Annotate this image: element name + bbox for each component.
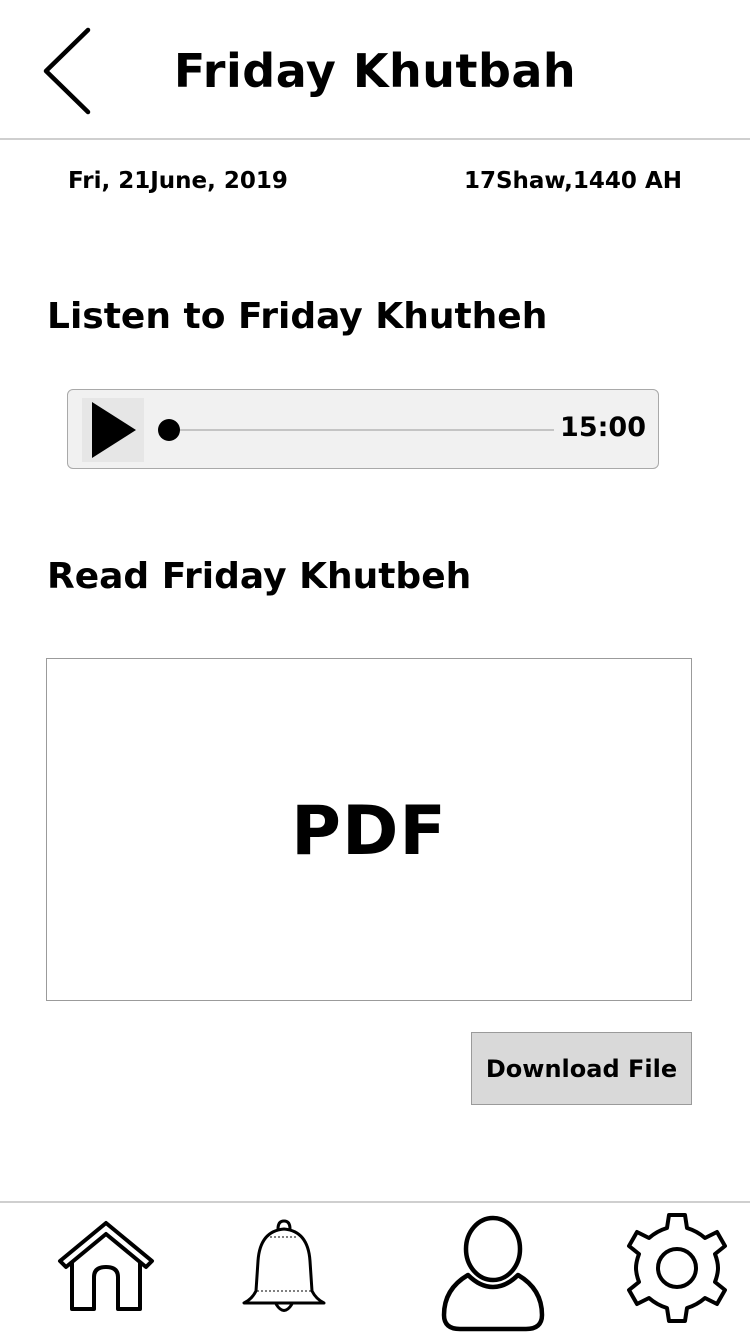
seek-handle[interactable] (158, 419, 180, 441)
pdf-preview[interactable]: PDF (46, 658, 692, 1001)
play-button[interactable] (82, 398, 144, 462)
audio-duration: 15:00 (560, 412, 646, 443)
gregorian-date: Fri, 21June, 2019 (68, 168, 288, 194)
bottom-nav (0, 1201, 750, 1335)
nav-notifications[interactable] (238, 1217, 330, 1321)
nav-home[interactable] (56, 1217, 156, 1315)
audio-player: 15:00 (67, 389, 659, 469)
gear-icon (627, 1213, 727, 1323)
seek-track[interactable] (170, 429, 554, 431)
nav-profile[interactable] (438, 1211, 548, 1335)
header-bar: Friday Khutbah (0, 0, 750, 140)
listen-section-title: Listen to Friday Khutheh (47, 296, 548, 337)
user-icon (441, 1215, 545, 1332)
pdf-label: PDF (291, 792, 447, 871)
home-icon (58, 1221, 154, 1311)
download-file-button[interactable]: Download File (471, 1032, 692, 1105)
play-icon (92, 402, 136, 458)
read-section-title: Read Friday Khutbeh (47, 556, 472, 597)
hijri-date: 17Shaw,1440 AH (463, 168, 682, 194)
nav-settings[interactable] (618, 1209, 736, 1327)
page-title: Friday Khutbah (173, 44, 577, 98)
bell-icon (242, 1219, 326, 1312)
